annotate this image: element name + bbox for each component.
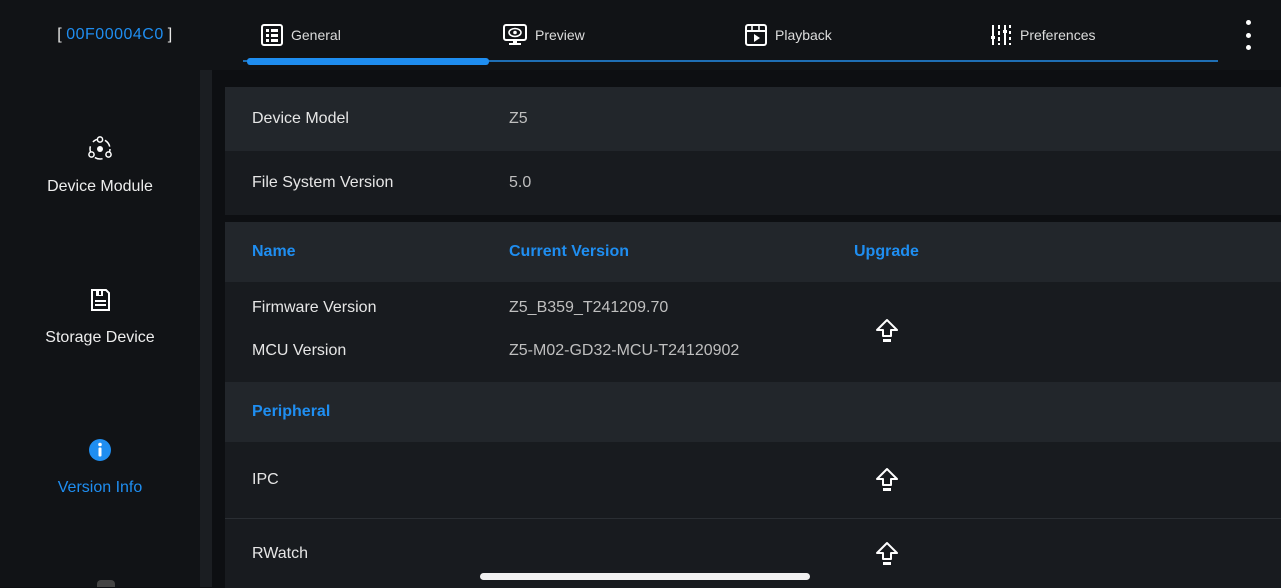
- tab-playback[interactable]: Playback: [745, 20, 832, 50]
- device-id-label: [ 00F00004C0 ]: [0, 0, 230, 70]
- header-upgrade: Upgrade: [854, 243, 919, 260]
- fs-version-label: File System Version: [252, 174, 394, 191]
- tab-preferences[interactable]: Preferences: [990, 20, 1095, 50]
- upgrade-firmware-icon[interactable]: [875, 318, 899, 344]
- firmware-version-value: Z5_B359_T241209.70: [509, 299, 669, 316]
- sidebar-scrollbar[interactable]: [200, 70, 212, 587]
- mcu-version-value: Z5-M02-GD32-MCU-T24120902: [509, 342, 740, 359]
- peripheral-row-ipc: IPC: [225, 442, 1281, 518]
- sidebar-item-label: Version Info: [57, 479, 143, 496]
- sidebar-item-device-module[interactable]: Device Module: [0, 136, 200, 196]
- sidebar-item-label: Device Module: [47, 178, 153, 195]
- tab-general-label: General: [291, 27, 341, 43]
- sidebar-item-version-info[interactable]: Version Info: [0, 437, 200, 497]
- upgrade-ipc-icon[interactable]: [875, 467, 899, 493]
- sidebar-next-item-partial: [97, 580, 115, 587]
- playback-icon: [745, 24, 767, 46]
- tab-preview-label: Preview: [535, 27, 585, 43]
- upgrade-rwatch-icon[interactable]: [875, 541, 899, 567]
- tab-preview[interactable]: Preview: [503, 20, 585, 50]
- tab-general[interactable]: General: [261, 20, 341, 50]
- peripheral-header-row: Peripheral: [225, 382, 1281, 442]
- mcu-version-label: MCU Version: [252, 342, 347, 359]
- sidebar-item-storage-device[interactable]: Storage Device: [0, 287, 200, 347]
- firmware-group-row: Firmware Version Z5_B359_T241209.70 MCU …: [225, 282, 1281, 382]
- fs-version-value: 5.0: [509, 174, 532, 191]
- tab-playback-label: Playback: [775, 27, 832, 43]
- firmware-version-label: Firmware Version: [252, 299, 377, 316]
- storage-device-icon: [91, 289, 110, 311]
- header-name: Name: [252, 243, 296, 260]
- device-id: 00F00004C0: [66, 26, 164, 43]
- general-icon: [261, 24, 283, 46]
- device-model-label: Device Model: [252, 110, 349, 127]
- table-header-row: Name Current Version Upgrade: [225, 222, 1281, 282]
- fs-version-row: File System Version 5.0: [225, 151, 1281, 215]
- more-vertical-icon[interactable]: [1238, 20, 1258, 50]
- device-model-row: Device Model Z5: [225, 87, 1281, 151]
- info-icon: [89, 439, 111, 461]
- sidebar-item-label: Storage Device: [45, 329, 155, 346]
- peripheral-header: Peripheral: [252, 403, 331, 420]
- device-module-icon: [88, 136, 112, 160]
- peripheral-label-ipc: IPC: [252, 471, 279, 488]
- device-model-value: Z5: [509, 110, 528, 127]
- preview-icon: [503, 24, 527, 45]
- home-indicator: [480, 573, 810, 580]
- tab-active-indicator: [247, 58, 489, 65]
- tab-preferences-label: Preferences: [1020, 27, 1096, 43]
- device-id-close-bracket: ]: [167, 26, 173, 43]
- peripheral-label-rwatch: RWatch: [252, 544, 309, 562]
- preferences-icon: [991, 25, 1011, 45]
- header-current-version: Current Version: [509, 243, 630, 260]
